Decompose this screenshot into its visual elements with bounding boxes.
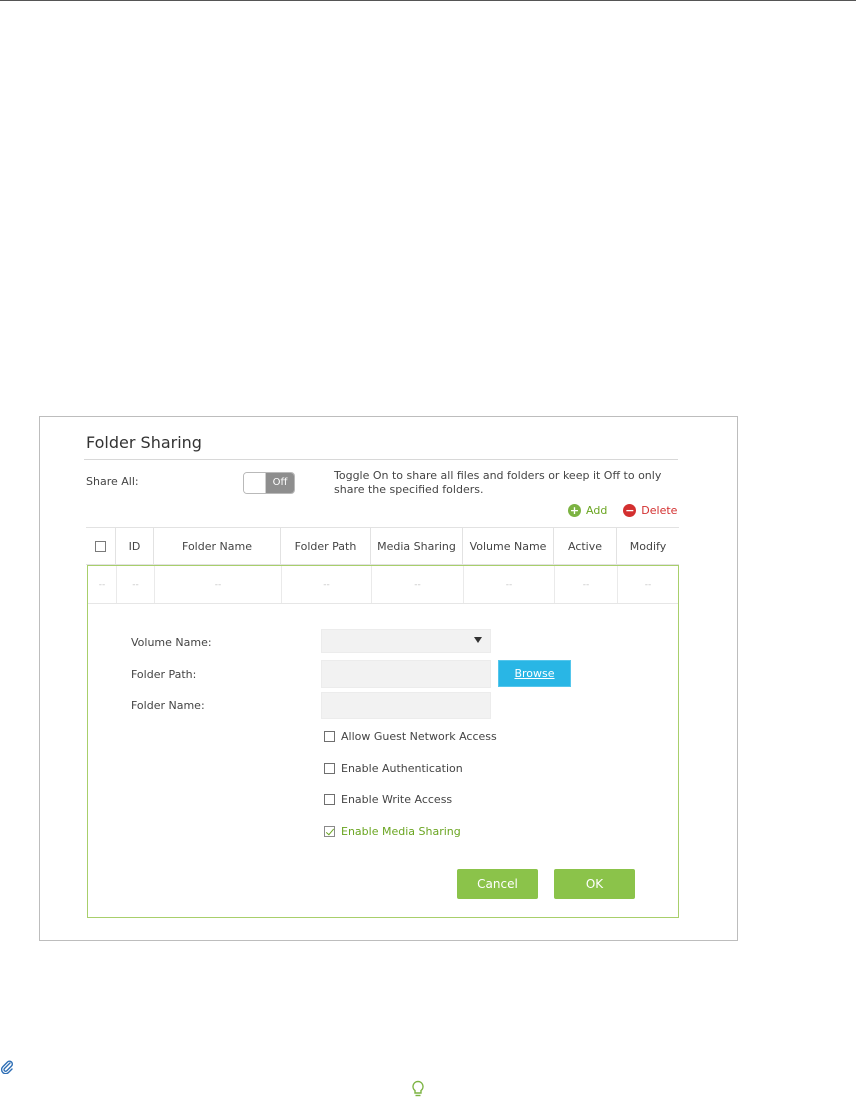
checkbox-label: Enable Media Sharing	[341, 825, 461, 838]
header-active: Active	[554, 528, 617, 564]
folder-table: ID Folder Name Folder Path Media Sharing…	[86, 527, 679, 565]
plus-circle-icon: +	[568, 503, 581, 517]
guest-network-checkbox[interactable]: Allow Guest Network Access	[324, 730, 497, 743]
row-cell: --	[155, 566, 282, 603]
checkbox-label: Enable Write Access	[341, 793, 453, 806]
toggle-knob	[244, 473, 266, 493]
paperclip-icon	[0, 1060, 14, 1074]
checkbox-box	[324, 731, 335, 742]
volume-name-select[interactable]	[321, 629, 491, 653]
row-cell: --	[372, 566, 464, 603]
delete-button[interactable]: − Delete	[623, 502, 677, 518]
row-cell: --	[88, 566, 117, 603]
checkbox-box	[324, 763, 335, 774]
table-row: -- -- -- -- -- -- -- --	[88, 566, 678, 604]
share-all-toggle[interactable]: Off	[243, 472, 295, 494]
add-label: Add	[586, 503, 608, 517]
checkmark-icon	[324, 826, 335, 837]
row-cell: --	[555, 566, 618, 603]
folder-path-input[interactable]	[321, 660, 491, 688]
dropdown-arrow-icon	[474, 637, 482, 643]
row-cell: --	[282, 566, 372, 603]
row-cell: --	[117, 566, 155, 603]
write-access-checkbox[interactable]: Enable Write Access	[324, 793, 452, 806]
lightbulb-icon	[412, 1080, 424, 1097]
minus-circle-icon: −	[623, 503, 637, 517]
select-all-checkbox[interactable]	[95, 540, 106, 552]
share-all-label: Share All:	[86, 475, 139, 488]
cancel-button[interactable]: Cancel	[457, 869, 538, 899]
add-button[interactable]: + Add	[568, 502, 607, 518]
authentication-checkbox[interactable]: Enable Authentication	[324, 762, 463, 775]
checkbox-label: Enable Authentication	[341, 762, 463, 775]
ok-button[interactable]: OK	[554, 869, 635, 899]
checkbox-label: Allow Guest Network Access	[341, 730, 497, 743]
checkbox-box	[324, 794, 335, 805]
header-id: ID	[116, 528, 154, 564]
volume-name-label: Volume Name:	[131, 636, 212, 649]
share-all-description: Toggle On to share all files and folders…	[334, 469, 662, 496]
header-folder-path: Folder Path	[281, 528, 371, 564]
title-divider	[84, 459, 678, 460]
folder-name-label: Folder Name:	[131, 699, 205, 712]
folder-edit-form: -- -- -- -- -- -- -- -- Volume Name: Fol…	[87, 565, 679, 918]
folder-path-label: Folder Path:	[131, 668, 197, 681]
top-rule	[0, 0, 856, 1]
media-sharing-checkbox[interactable]: Enable Media Sharing	[324, 825, 461, 838]
panel-title: Folder Sharing	[86, 433, 202, 452]
row-cell: --	[644, 579, 652, 590]
folder-name-input[interactable]	[321, 692, 491, 719]
table-header-row: ID Folder Name Folder Path Media Sharing…	[86, 527, 679, 565]
toggle-state-label: Off	[266, 473, 294, 493]
header-volume-name: Volume Name	[463, 528, 554, 564]
delete-label: Delete	[641, 503, 678, 517]
folder-sharing-panel: Folder Sharing Share All: Off Toggle On …	[39, 416, 738, 941]
table-actions: + Add − Delete	[568, 502, 677, 518]
header-modify: Modify	[629, 539, 667, 553]
browse-button[interactable]: Browse	[498, 660, 571, 687]
row-cell: --	[464, 566, 555, 603]
header-media-sharing: Media Sharing	[371, 528, 463, 564]
select-all-cell	[86, 528, 116, 564]
header-folder-name: Folder Name	[154, 528, 281, 564]
